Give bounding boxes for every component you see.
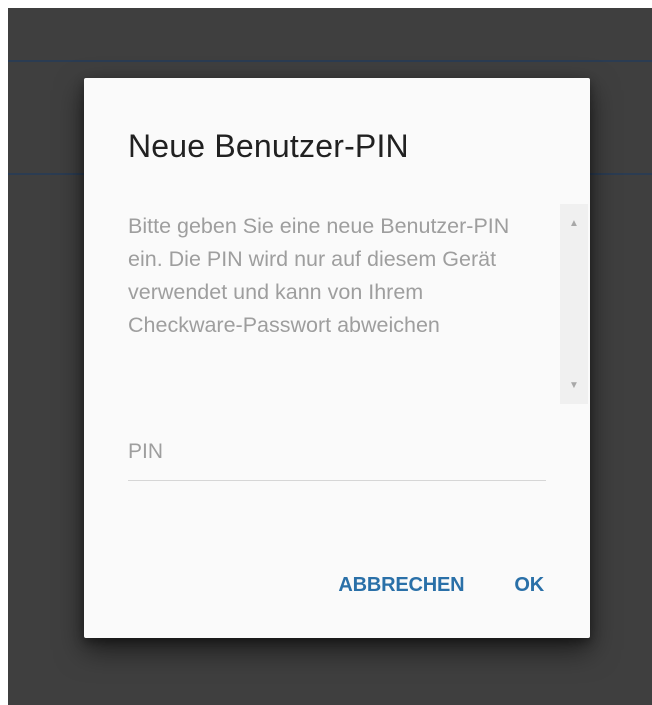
- dialog-message: Bitte geben Sie eine neue Benutzer-PIN e…: [128, 214, 510, 337]
- message-scroll-area[interactable]: Bitte geben Sie eine neue Benutzer-PIN e…: [128, 204, 588, 404]
- background-divider: [8, 60, 652, 62]
- scroll-down-icon[interactable]: ▼: [560, 374, 588, 396]
- ok-button[interactable]: OK: [514, 570, 544, 601]
- cancel-button[interactable]: ABBRECHEN: [338, 570, 464, 601]
- dialog-actions: ABBRECHEN OK: [338, 570, 544, 601]
- scrollbar[interactable]: ▲ ▼: [560, 204, 588, 404]
- pin-field: [128, 424, 546, 484]
- pin-input[interactable]: [128, 424, 546, 481]
- pin-dialog: Neue Benutzer-PIN Bitte geben Sie eine n…: [84, 78, 590, 638]
- scroll-up-icon[interactable]: ▲: [560, 212, 588, 234]
- dialog-title: Neue Benutzer-PIN: [128, 128, 409, 164]
- app-background: Neue Benutzer-PIN Bitte geben Sie eine n…: [8, 8, 652, 705]
